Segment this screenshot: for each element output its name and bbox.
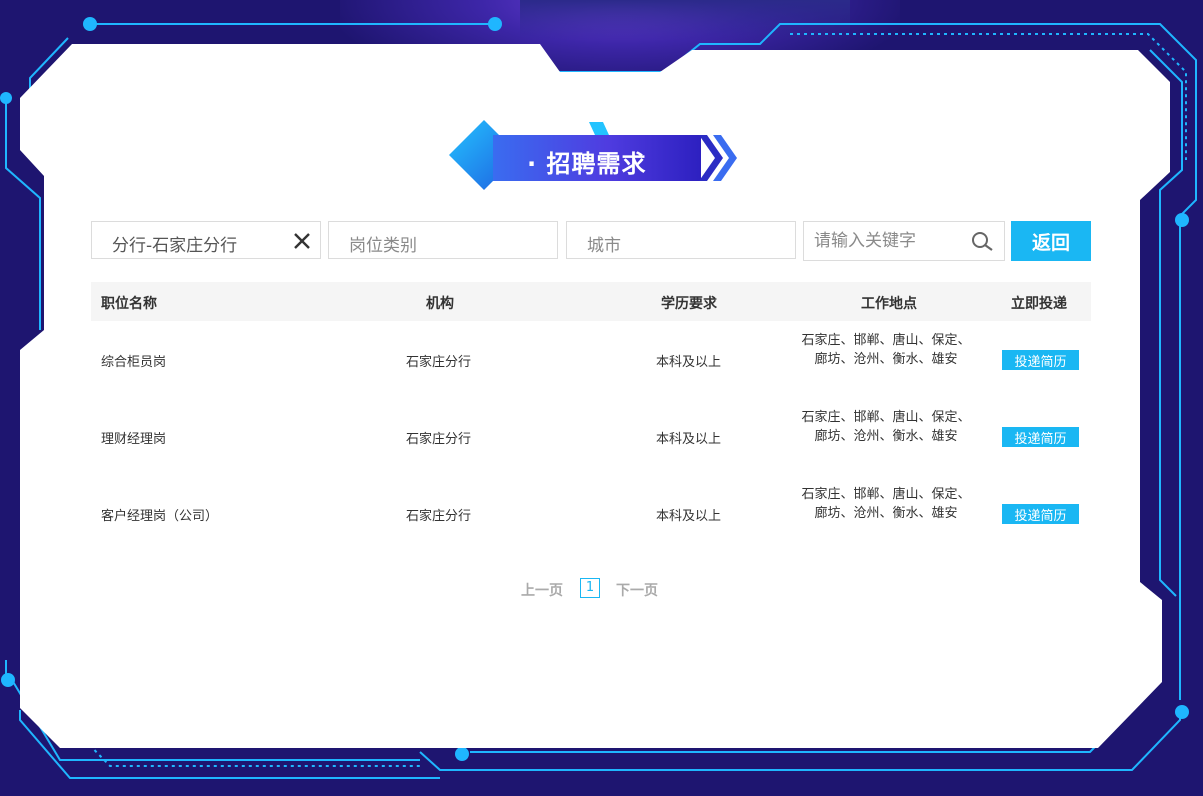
- apply-button[interactable]: 投递简历: [1002, 504, 1079, 524]
- col-org: 机构: [426, 296, 454, 312]
- city-filter-placeholder: 城市: [587, 236, 621, 256]
- row-org: 石家庄分行: [406, 432, 472, 447]
- col-location: 工作地点: [861, 296, 917, 312]
- section-title: · 招聘需求: [527, 150, 647, 178]
- apply-button[interactable]: 投递简历: [1002, 350, 1079, 370]
- row-position: 综合柜员岗: [101, 355, 167, 370]
- category-filter-placeholder: 岗位类别: [349, 236, 417, 256]
- pagination: 上一页 1 下一页: [0, 578, 1203, 600]
- table-row: 综合柜员岗 石家庄分行 本科及以上 石家庄、邯郸、唐山、保定、廊坊、沧州、衡水、…: [91, 321, 1091, 398]
- row-location: 石家庄、邯郸、唐山、保定、廊坊、沧州、衡水、雄安: [801, 410, 971, 444]
- table-header: 职位名称 机构 学历要求 工作地点 立即投递: [91, 282, 1091, 321]
- row-position: 理财经理岗: [101, 432, 167, 447]
- keyword-search: [803, 221, 1005, 261]
- next-page-link[interactable]: 下一页: [616, 580, 658, 600]
- apply-button[interactable]: 投递简历: [1002, 427, 1079, 447]
- row-education: 本科及以上: [656, 432, 722, 447]
- page-number-current[interactable]: 1: [580, 578, 600, 598]
- branch-filter[interactable]: 分行-石家庄分行: [91, 221, 321, 259]
- search-icon[interactable]: [970, 230, 994, 254]
- col-education: 学历要求: [661, 296, 717, 312]
- city-filter[interactable]: 城市: [566, 221, 796, 259]
- table-row: 理财经理岗 石家庄分行 本科及以上 石家庄、邯郸、唐山、保定、廊坊、沧州、衡水、…: [91, 398, 1091, 475]
- row-location: 石家庄、邯郸、唐山、保定、廊坊、沧州、衡水、雄安: [801, 487, 971, 521]
- branch-filter-value: 分行-石家庄分行: [112, 236, 238, 256]
- back-button[interactable]: 返回: [1011, 221, 1091, 261]
- row-education: 本科及以上: [656, 509, 722, 524]
- close-icon[interactable]: [292, 231, 312, 251]
- section-heading: · 招聘需求: [449, 120, 739, 190]
- prev-page-link[interactable]: 上一页: [521, 580, 563, 600]
- row-org: 石家庄分行: [406, 355, 472, 370]
- table-row: 客户经理岗（公司） 石家庄分行 本科及以上 石家庄、邯郸、唐山、保定、廊坊、沧州…: [91, 475, 1091, 552]
- heading-accent-icon: [589, 122, 609, 135]
- row-education: 本科及以上: [656, 355, 722, 370]
- col-position: 职位名称: [101, 296, 157, 312]
- col-apply: 立即投递: [1011, 296, 1067, 312]
- heading-chevrons-icon: [699, 135, 737, 181]
- category-filter[interactable]: 岗位类别: [328, 221, 558, 259]
- row-position: 客户经理岗（公司）: [101, 509, 219, 524]
- row-location: 石家庄、邯郸、唐山、保定、廊坊、沧州、衡水、雄安: [801, 333, 971, 367]
- row-org: 石家庄分行: [406, 509, 472, 524]
